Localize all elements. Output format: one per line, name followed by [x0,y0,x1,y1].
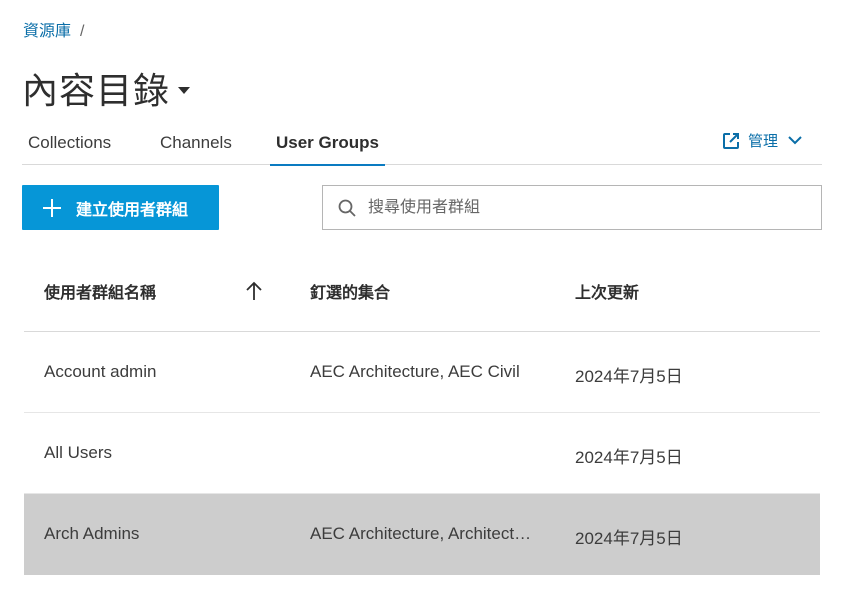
search-box [322,185,822,230]
sort-ascending-icon[interactable] [246,281,262,301]
table-row[interactable]: Arch Admins AEC Architecture, Architectu… [24,494,820,575]
breadcrumb: 資源庫 / [23,17,84,41]
cell-updated: 2024年7月5日 [575,448,683,467]
table-header: 使用者群組名稱 釘選的集合 上次更新 [24,250,820,332]
table-row[interactable]: All Users 2024年7月5日 [24,413,820,494]
column-header-pinned[interactable]: 釘選的集合 [310,279,538,303]
cell-name: Arch Admins [44,524,140,543]
tab-channels[interactable]: Channels [160,133,232,164]
page-title: 內容目錄 [22,70,171,111]
user-groups-table: 使用者群組名稱 釘選的集合 上次更新 Account admin AEC Arc… [24,250,820,575]
cell-updated: 2024年7月5日 [575,529,683,548]
cell-updated: 2024年7月5日 [575,367,683,386]
search-input[interactable] [366,197,790,218]
breadcrumb-separator: / [80,23,85,40]
tab-collections[interactable]: Collections [28,133,111,164]
plus-icon [43,198,61,217]
cell-name: Account admin [44,362,157,381]
table-row[interactable]: Account admin AEC Architecture, AEC Civi… [24,332,820,413]
manage-button[interactable]: 管理 [722,130,802,151]
create-user-group-button[interactable]: 建立使用者群組 [22,185,219,230]
cell-pinned: AEC Architecture, Architecture [310,524,538,543]
external-link-icon [722,132,739,149]
tab-user-groups[interactable]: User Groups [270,133,385,166]
tab-bar: Collections Channels User Groups 管理 [22,130,822,166]
search-icon [338,199,356,217]
breadcrumb-link-library[interactable]: 資源庫 [23,23,71,40]
create-user-group-label: 建立使用者群組 [76,201,189,219]
cell-name: All Users [44,443,113,462]
column-header-updated[interactable]: 上次更新 [575,279,639,303]
page-title-dropdown[interactable]: 內容目錄 [22,62,191,114]
cell-pinned: AEC Architecture, AEC Civil [310,362,520,381]
caret-down-icon [178,87,191,94]
manage-label: 管理 [747,133,778,150]
column-header-name[interactable]: 使用者群組名稱 [44,279,156,303]
chevron-down-icon [788,136,802,145]
